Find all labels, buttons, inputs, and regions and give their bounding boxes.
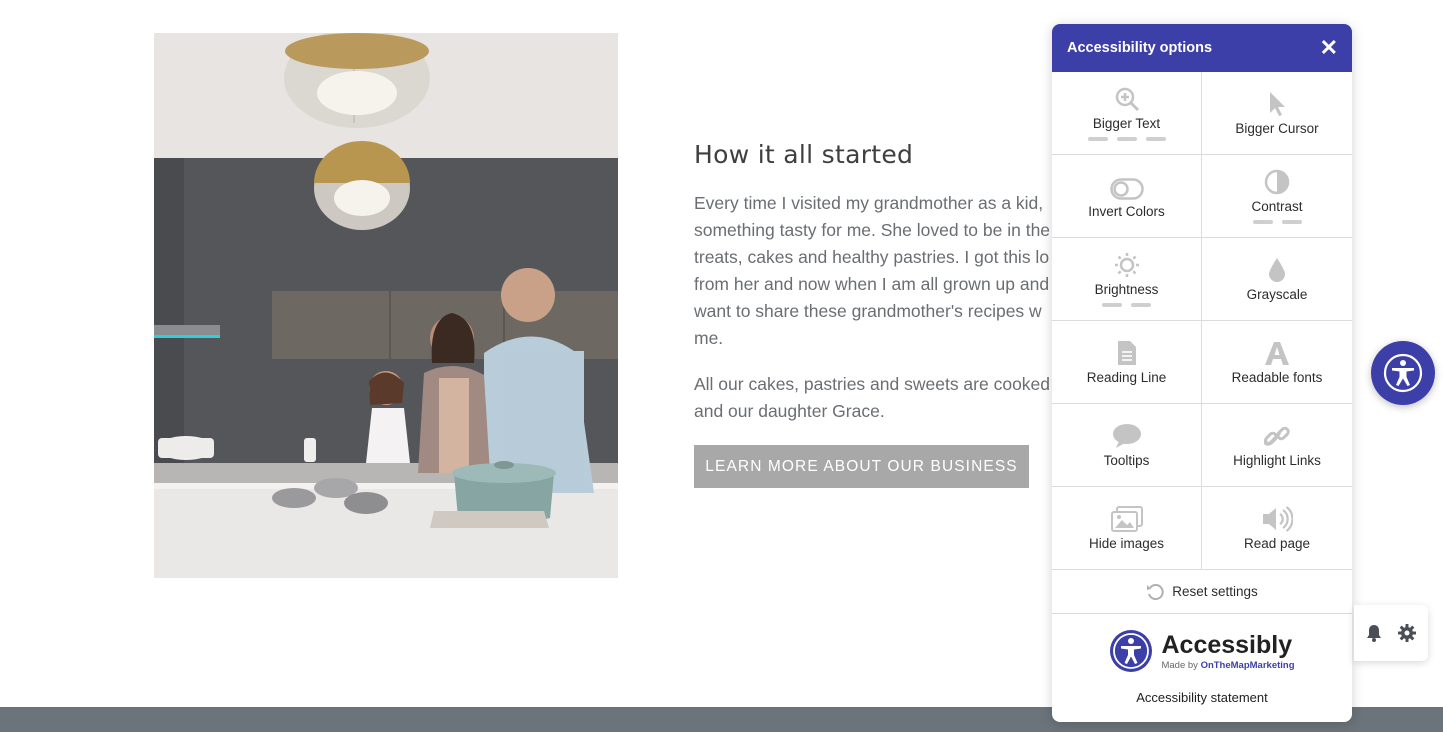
story-line: want to share these grandmother's recipe… [694,301,1042,321]
toggle-icon [1109,177,1144,200]
tile-label: Contrast [1251,198,1303,214]
contrast-button[interactable]: Contrast [1202,155,1352,238]
brand-block: Accessibly Made by OnTheMapMarketing Acc… [1052,614,1352,705]
level-indicator [1087,136,1166,141]
grayscale-button[interactable]: Grayscale [1202,238,1352,321]
accessibility-statement-link[interactable]: Accessibility statement [1136,690,1268,705]
brand-subtitle: Made by OnTheMapMarketing [1161,659,1295,671]
section-title: How it all started [694,140,914,169]
story-line: something tasty for me. She loved to be … [694,220,1051,240]
tile-label: Highlight Links [1233,452,1321,468]
notification-settings-bar [1354,605,1428,661]
brightness-button[interactable]: Brightness [1052,238,1202,321]
story-paragraph: Every time I visited my grandmother as a… [694,190,1114,352]
speaker-icon [1263,505,1293,532]
tile-label: Tooltips [1103,452,1150,468]
accessibly-logo-icon [1110,630,1153,672]
tooltips-button[interactable]: Tooltips [1052,404,1202,487]
learn-more-button[interactable]: LEARN MORE ABOUT OUR BUSINESS [694,445,1029,488]
tile-label: Reading Line [1086,369,1167,385]
brand-company-link[interactable]: OnTheMapMarketing [1201,660,1295,671]
link-icon [1264,426,1290,446]
invert-colors-button[interactable]: Invert Colors [1052,155,1202,238]
story-line: me. [694,328,724,348]
tile-label: Brightness [1094,281,1159,297]
reset-icon [1147,583,1164,600]
zoom-in-icon [1115,87,1139,111]
family-kitchen-photo [154,33,618,578]
story-line: and our daughter Grace. [694,401,885,421]
story-paragraph-2: All our cakes, pastries and sweets are c… [694,371,1114,425]
images-icon [1110,505,1143,532]
drop-icon [1269,257,1285,282]
tile-label: Invert Colors [1088,203,1165,219]
speech-bubble-icon [1112,423,1141,448]
brand-name: Accessibly [1161,630,1293,659]
accessibility-panel: Accessibility options ✕ Bigger Text Bigg… [1052,24,1352,722]
sun-icon [1114,252,1139,277]
accessibility-person-icon [1383,353,1423,393]
reading-line-button[interactable]: Reading Line [1052,321,1202,404]
bigger-text-button[interactable]: Bigger Text [1052,72,1202,155]
font-icon [1265,341,1289,365]
tile-label: Grayscale [1246,286,1308,302]
cursor-icon [1270,91,1285,116]
panel-header: Accessibility options ✕ [1052,24,1352,72]
tile-label: Read page [1243,535,1311,551]
hide-images-button[interactable]: Hide images [1052,487,1202,570]
readable-fonts-button[interactable]: Readable fonts [1202,321,1352,404]
story-line: Every time I visited my grandmother as a… [694,193,1044,213]
tile-label: Bigger Text [1092,115,1161,131]
story-line: from her and now when I am all grown up … [694,274,1050,294]
document-icon [1117,340,1136,365]
read-page-button[interactable]: Read page [1202,487,1352,570]
bell-icon[interactable] [1366,624,1382,642]
reset-label: Reset settings [1172,584,1258,599]
story-line: All our cakes, pastries and sweets are c… [694,374,1051,394]
story-line: treats, cakes and healthy pastries. I go… [694,247,1050,267]
tile-label: Readable fonts [1231,369,1323,385]
contrast-icon [1264,169,1290,194]
highlight-links-button[interactable]: Highlight Links [1202,404,1352,487]
level-indicator [1102,302,1151,307]
accessibility-toggle-button[interactable] [1371,341,1435,405]
close-icon[interactable]: ✕ [1320,37,1338,59]
level-indicator [1252,219,1302,224]
bigger-cursor-button[interactable]: Bigger Cursor [1202,72,1352,155]
panel-title: Accessibility options [1067,40,1213,56]
options-grid: Bigger Text Bigger Cursor Invert Colors [1052,72,1352,570]
gear-icon[interactable] [1398,624,1416,642]
tile-label: Hide images [1088,535,1165,551]
reset-settings-button[interactable]: Reset settings [1052,570,1352,614]
tile-label: Bigger Cursor [1235,120,1319,136]
